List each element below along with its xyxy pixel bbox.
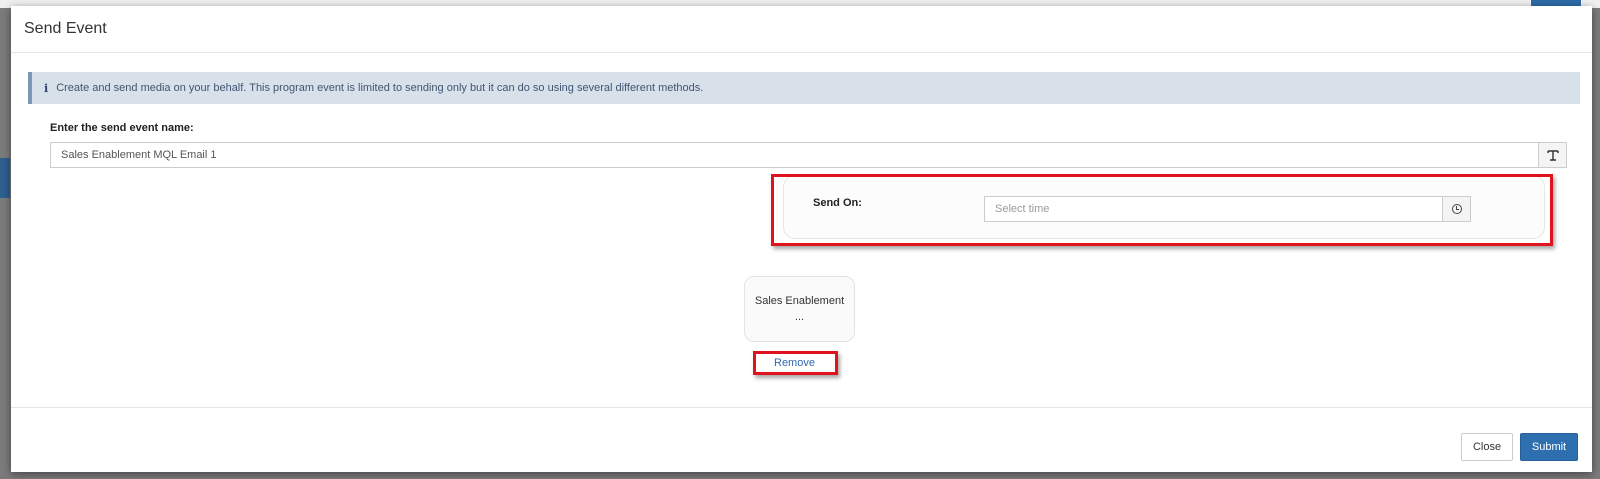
modal-title: Send Event <box>24 20 107 37</box>
event-name-label: Enter the send event name: <box>50 122 194 134</box>
media-card-label: Sales Enablement ... <box>754 295 845 323</box>
event-name-input[interactable] <box>50 142 1538 168</box>
clock-button[interactable] <box>1442 196 1471 222</box>
remove-link[interactable]: Remove <box>774 357 815 369</box>
background-left-mark <box>0 158 10 198</box>
clock-icon <box>1451 204 1462 214</box>
send-on-time-group <box>984 196 1471 222</box>
event-name-input-group <box>50 142 1567 168</box>
info-banner: i Create and send media on your behalf. … <box>28 72 1580 104</box>
info-icon: i <box>44 81 49 95</box>
text-format-icon-glyph <box>1546 149 1559 161</box>
info-banner-text: Create and send media on your behalf. Th… <box>56 82 704 94</box>
send-on-time-input[interactable] <box>984 196 1442 222</box>
send-on-label: Send On: <box>813 197 862 209</box>
text-format-icon[interactable] <box>1538 142 1567 168</box>
modal-header: Send Event <box>11 6 1592 53</box>
media-card[interactable]: Sales Enablement ... <box>744 276 855 342</box>
